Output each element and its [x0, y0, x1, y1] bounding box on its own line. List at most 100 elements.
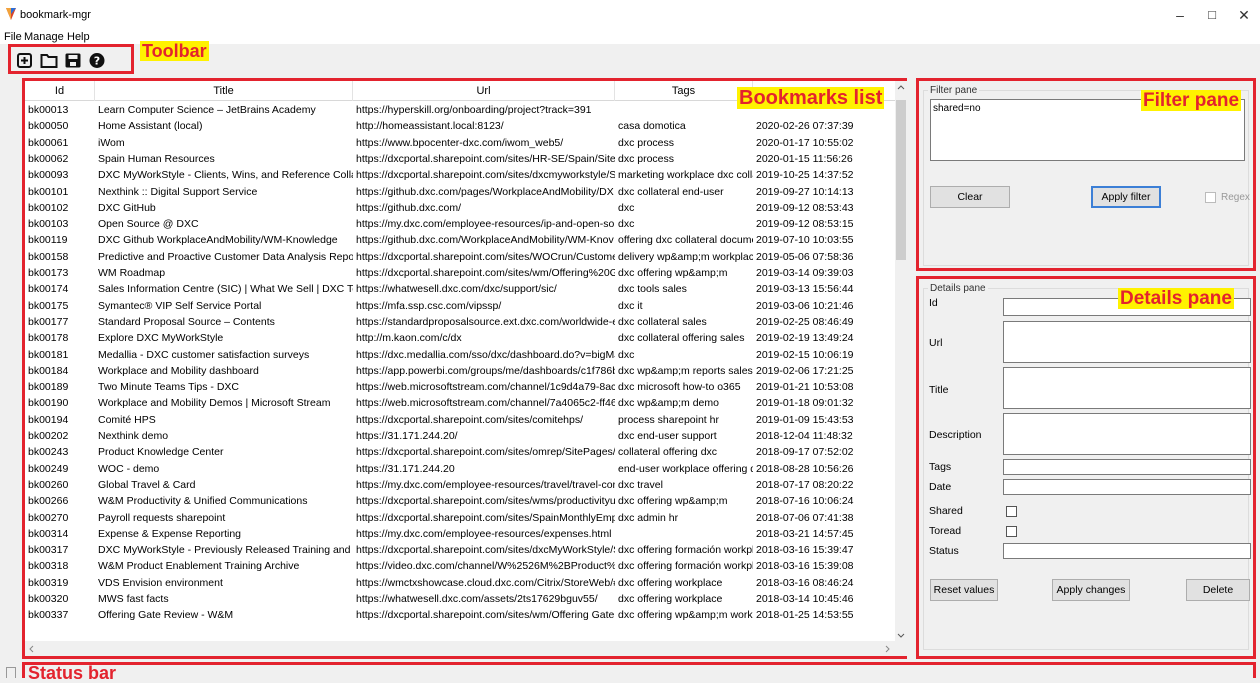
cell-url: https://web.microsoftstream.com/channel/… — [356, 397, 615, 410]
cell-title: Payroll requests sharepoint — [98, 511, 226, 524]
table-row[interactable]: bk00190 Workplace and Mobility Demos | Mi… — [25, 395, 895, 411]
table-row[interactable]: bk00314 Expense & Expense Reporting https:… — [25, 526, 895, 542]
cell-title: VDS Envision environment — [98, 576, 223, 589]
table-row[interactable]: bk00093 DXC MyWorkStyle - Clients, Wins, … — [25, 167, 895, 183]
table-row[interactable]: bk00050 Home Assistant (local) http://home… — [25, 118, 895, 134]
title-label: Title — [929, 384, 949, 396]
cell-title: Open Source @ DXC — [98, 218, 199, 231]
app-logo-icon — [6, 8, 16, 20]
table-row[interactable]: bk00317 DXC MyWorkStyle - Previously Rele… — [25, 542, 895, 558]
callout-status-bar: Status bar — [28, 663, 117, 683]
shared-checkbox[interactable] — [1006, 506, 1017, 517]
cell-date: 2019-09-12 08:53:43 — [756, 201, 854, 214]
column-header-id[interactable]: Id — [25, 81, 95, 101]
reset-values-button[interactable]: Reset values — [930, 579, 998, 601]
cell-id: bk00314 — [28, 527, 69, 540]
cell-id: bk00243 — [28, 446, 69, 459]
scroll-up-icon[interactable] — [897, 84, 905, 90]
scroll-down-icon[interactable] — [897, 633, 905, 639]
title-field[interactable] — [1003, 367, 1251, 409]
cell-title: MWS fast facts — [98, 593, 169, 605]
table-row[interactable]: bk00318 W&M Product Enablement Training A… — [25, 558, 895, 574]
cell-date: 2019-02-25 08:46:49 — [756, 315, 854, 328]
cell-date: 2018-07-17 08:20:22 — [756, 478, 854, 491]
open-folder-icon[interactable] — [40, 52, 58, 69]
save-icon[interactable] — [64, 52, 82, 69]
table-row[interactable]: bk00119 DXC Github WorkplaceAndMobility/W… — [25, 232, 895, 248]
bookmarks-table[interactable]: Id Title Url Tags bk00013 Learn Computer … — [25, 81, 895, 641]
column-header-url[interactable]: Url — [353, 81, 615, 101]
cell-date: 2018-03-16 08:46:24 — [756, 576, 854, 589]
new-file-icon[interactable] — [16, 52, 34, 69]
cell-url: https://dxcportal.sharepoint.com/sites/W… — [356, 250, 615, 263]
url-field[interactable] — [1003, 321, 1251, 363]
table-row[interactable]: bk00202 Nexthink demo https://31.171.244.2… — [25, 428, 895, 444]
toread-checkbox[interactable] — [1006, 526, 1017, 537]
table-row[interactable]: bk00181 Medallia - DXC customer satisfact… — [25, 347, 895, 363]
table-row[interactable]: bk00189 Two Minute Teams Tips - DXC https:… — [25, 379, 895, 395]
cell-url: https://app.powerbi.com/groups/me/dashbo… — [356, 364, 615, 377]
status-field[interactable] — [1003, 543, 1251, 559]
description-field[interactable] — [1003, 413, 1251, 455]
table-row[interactable]: bk00175 Symantec® VIP Self Service Portal… — [25, 298, 895, 314]
table-row[interactable]: bk00103 Open Source @ DXC https://my.dxc.c… — [25, 216, 895, 232]
horizontal-scrollbar[interactable] — [25, 641, 907, 656]
apply-filter-button[interactable]: Apply filter — [1091, 186, 1161, 208]
table-row[interactable]: bk00061 iWom https://www.bpocenter-dxc.com… — [25, 135, 895, 151]
cell-title: DXC Github WorkplaceAndMobility/WM-Knowl… — [98, 234, 338, 247]
menu-file[interactable]: File — [4, 30, 22, 44]
table-row[interactable]: bk00184 Workplace and Mobility dashboard h… — [25, 363, 895, 379]
table-row[interactable]: bk00174 Sales Information Centre (SIC) | … — [25, 281, 895, 297]
cell-tags: dxc admin hr — [618, 511, 679, 524]
cell-id: bk00270 — [28, 511, 69, 524]
delete-button[interactable]: Delete — [1186, 579, 1250, 601]
table-row[interactable]: bk00177 Standard Proposal Source – Conten… — [25, 314, 895, 330]
cell-title: Two Minute Teams Tips - DXC — [98, 381, 240, 394]
table-row[interactable]: bk00260 Global Travel & Card https://my.dx… — [25, 477, 895, 493]
cell-url: https://dxcportal.sharepoint.com/sites/w… — [356, 495, 615, 508]
table-row[interactable]: bk00194 Comité HPS https://dxcportal.share… — [25, 412, 895, 428]
cell-tags: dxc offering workplace — [618, 576, 723, 589]
apply-changes-button[interactable]: Apply changes — [1052, 579, 1130, 601]
table-row[interactable]: bk00337 Offering Gate Review - W&M https:/… — [25, 607, 895, 623]
cell-id: bk00202 — [28, 430, 69, 442]
table-row[interactable]: bk00249 WOC - demo https://31.171.244.20 en… — [25, 461, 895, 477]
help-icon[interactable]: ? — [88, 52, 106, 69]
table-row[interactable]: bk00319 VDS Envision environment https://w… — [25, 575, 895, 591]
cell-url: https://github.dxc.com/pages/WorkplaceAn… — [356, 185, 614, 198]
cell-title: Standard Proposal Source – Contents — [98, 315, 275, 328]
column-header-tags[interactable]: Tags — [615, 81, 753, 101]
table-row[interactable]: bk00320 MWS fast facts https://whatwesell.… — [25, 591, 895, 607]
scroll-right-icon[interactable] — [885, 645, 891, 653]
title-bar: bookmark-mgr – □ ✕ — [0, 0, 1260, 30]
cell-date: 2019-03-14 09:39:03 — [756, 267, 854, 279]
minimize-button[interactable]: – — [1165, 6, 1195, 24]
regex-checkbox[interactable] — [1205, 192, 1216, 203]
table-row[interactable]: bk00062 Spain Human Resources https://dxcp… — [25, 151, 895, 167]
clear-filter-button[interactable]: Clear — [930, 186, 1010, 208]
table-row[interactable]: bk00270 Payroll requests sharepoint https:… — [25, 510, 895, 526]
menu-help[interactable]: Help — [67, 30, 90, 44]
close-button[interactable]: ✕ — [1229, 6, 1259, 24]
cell-tags: dxc travel — [618, 478, 663, 491]
svg-text:?: ? — [94, 55, 100, 68]
column-header-title[interactable]: Title — [95, 81, 353, 101]
cell-tags: dxc tools sales — [618, 283, 687, 296]
menu-manage[interactable]: Manage — [24, 30, 64, 44]
cell-date: 2018-03-21 14:57:45 — [756, 527, 854, 540]
table-row[interactable]: bk00102 DXC GitHub https://github.dxc.com/… — [25, 200, 895, 216]
maximize-button[interactable]: □ — [1197, 6, 1227, 24]
table-row[interactable]: bk00158 Predictive and Proactive Customer… — [25, 249, 895, 265]
tags-label: Tags — [929, 461, 952, 473]
date-field[interactable] — [1003, 479, 1251, 495]
vertical-scrollbar-thumb[interactable] — [896, 100, 906, 260]
table-row[interactable]: bk00178 Explore DXC MyWorkStyle http://m.k… — [25, 330, 895, 346]
cell-id: bk00102 — [28, 201, 69, 214]
cell-url: https://github.dxc.com/WorkplaceAndMobil… — [356, 234, 614, 247]
table-row[interactable]: bk00266 W&M Productivity & Unified Commun… — [25, 493, 895, 509]
table-row[interactable]: bk00173 WM Roadmap https://dxcportal.share… — [25, 265, 895, 281]
tags-field[interactable] — [1003, 459, 1251, 475]
scroll-left-icon[interactable] — [28, 645, 34, 653]
table-row[interactable]: bk00243 Product Knowledge Center https://d… — [25, 444, 895, 460]
table-row[interactable]: bk00101 Nexthink :: Digital Support Servi… — [25, 184, 895, 200]
